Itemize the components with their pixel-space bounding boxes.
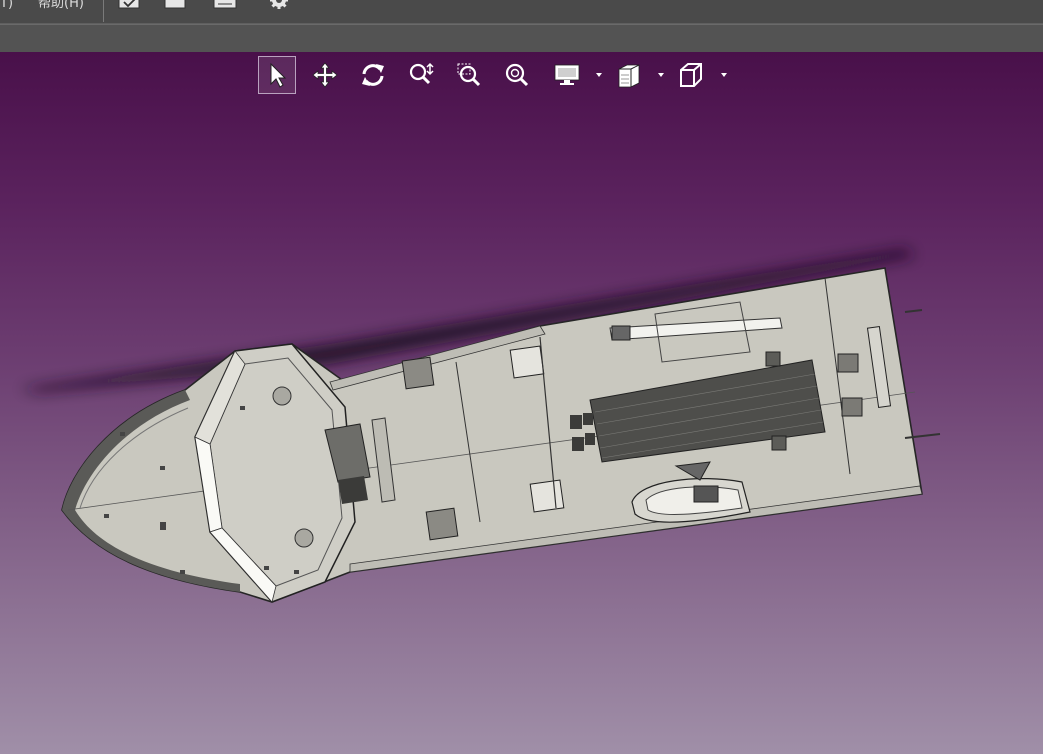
save-icon[interactable] xyxy=(162,0,188,14)
zoom-fit-icon xyxy=(505,63,529,87)
menu-separator xyxy=(103,0,104,22)
secondary-toolbar xyxy=(0,24,1043,53)
rotate-icon xyxy=(362,64,384,86)
menu-bar: T) 帮助(H) xyxy=(0,0,1043,24)
settings-icon[interactable] xyxy=(266,0,292,14)
pan-button[interactable] xyxy=(306,56,344,94)
section-view-icon xyxy=(618,64,640,88)
select-arrow-icon xyxy=(270,62,287,88)
print-icon[interactable] xyxy=(212,0,238,14)
menu-item-tools[interactable]: T) xyxy=(0,0,13,14)
view-toolbar xyxy=(256,56,746,96)
zoom-dynamic-button[interactable] xyxy=(402,56,440,94)
standard-views-button[interactable] xyxy=(672,56,710,94)
display-mode-icon xyxy=(554,64,580,85)
open-file-icon[interactable] xyxy=(116,0,142,14)
section-view-dropdown-icon[interactable] xyxy=(657,72,665,78)
standard-views-dropdown-icon[interactable] xyxy=(720,72,728,78)
zoom-fit-button[interactable] xyxy=(498,56,536,94)
section-view-button[interactable] xyxy=(610,56,648,94)
display-mode-dropdown-icon[interactable] xyxy=(595,72,603,78)
display-mode-button[interactable] xyxy=(548,56,586,94)
ship-3d-model[interactable] xyxy=(0,52,1043,754)
zoom-dynamic-icon xyxy=(409,62,434,85)
zoom-window-button[interactable] xyxy=(450,56,488,94)
menu-item-help[interactable]: 帮助(H) xyxy=(38,0,84,14)
zoom-window-icon xyxy=(457,63,481,87)
standard-views-cube-icon xyxy=(680,63,702,87)
rotate-button[interactable] xyxy=(354,56,392,94)
select-button[interactable] xyxy=(258,56,296,94)
3d-viewport[interactable] xyxy=(0,52,1043,754)
pan-move-icon xyxy=(312,62,338,88)
